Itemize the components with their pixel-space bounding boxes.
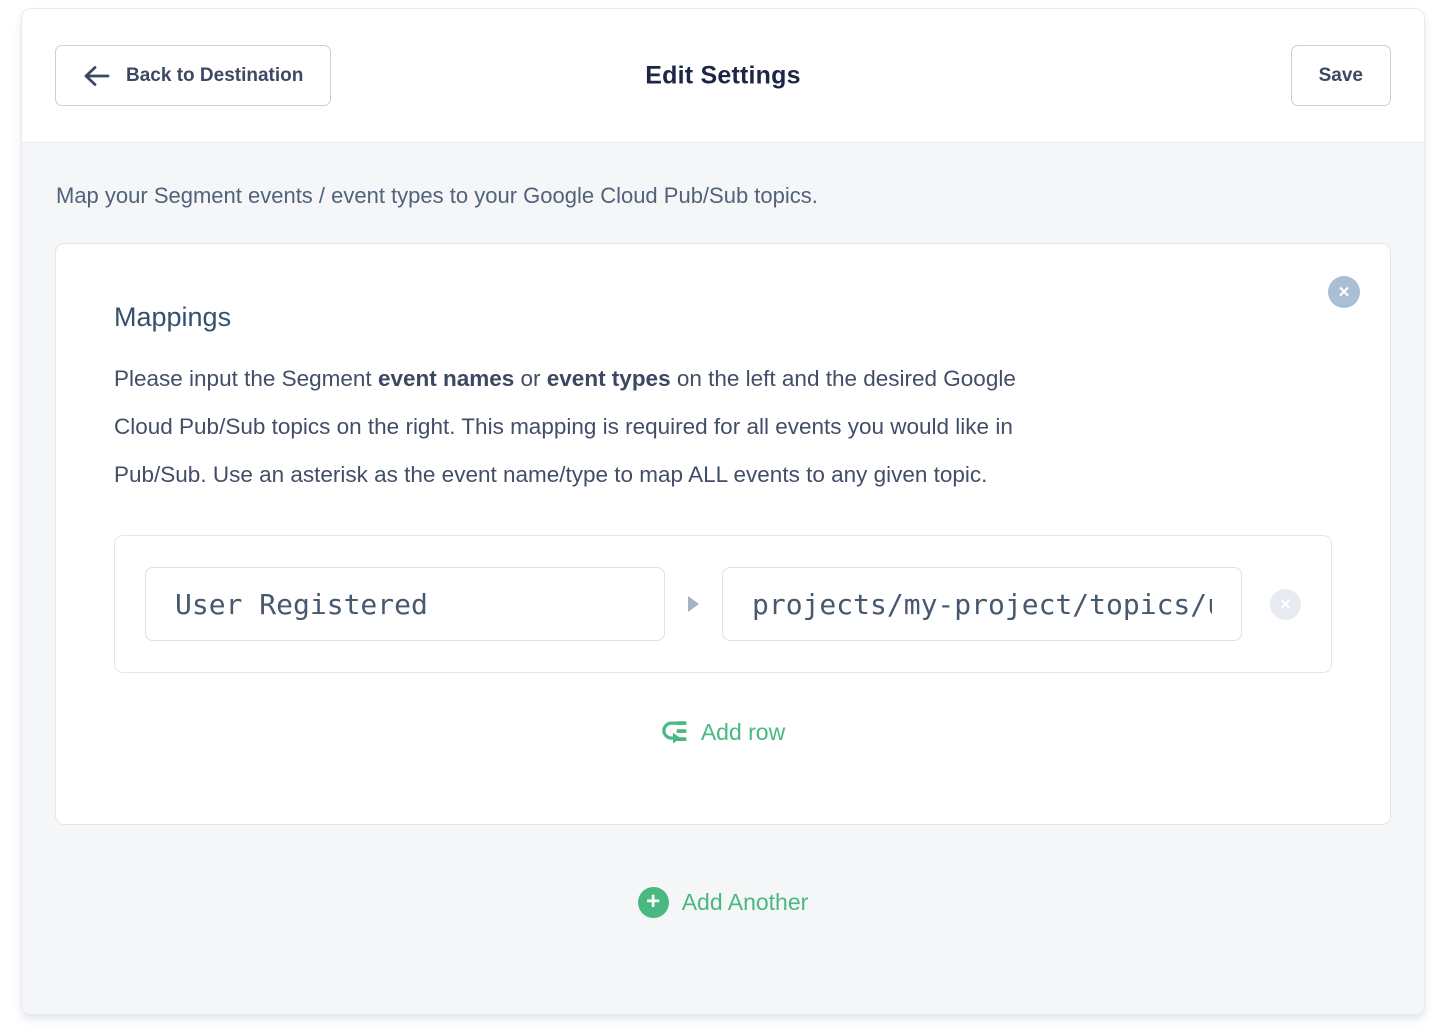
close-card-button[interactable]: ✕ — [1328, 276, 1360, 308]
description-line: Cloud Pub/Sub topics on the right. This … — [114, 403, 1332, 451]
intro-text: Map your Segment events / event types to… — [56, 183, 1391, 209]
close-icon: ✕ — [1280, 596, 1292, 613]
description-line: Please input the Segment event names or … — [114, 355, 1332, 403]
plus-icon: + — [638, 887, 669, 918]
header: Back to Destination Edit Settings Save — [22, 9, 1424, 143]
description-line: Pub/Sub. Use an asterisk as the event na… — [114, 451, 1332, 499]
add-row-button[interactable]: Add row — [661, 719, 785, 746]
delete-row-button[interactable]: ✕ — [1270, 589, 1301, 620]
mappings-title: Mappings — [114, 302, 1332, 333]
arrow-right-icon — [688, 596, 699, 612]
mappings-description: Please input the Segment event names or … — [114, 355, 1332, 499]
page-title: Edit Settings — [645, 61, 800, 90]
add-another-button[interactable]: + Add Another — [638, 887, 809, 918]
topic-input[interactable] — [722, 567, 1242, 641]
mapping-row: ✕ — [114, 535, 1332, 673]
add-another-label: Add Another — [682, 889, 809, 916]
settings-body: Map your Segment events / event types to… — [22, 143, 1424, 1014]
save-button[interactable]: Save — [1291, 45, 1391, 106]
arrow-left-icon — [83, 65, 110, 87]
add-row-label: Add row — [701, 719, 785, 746]
back-button-label: Back to Destination — [126, 65, 303, 87]
mappings-card: ✕ Mappings Please input the Segment even… — [55, 243, 1391, 825]
event-name-input[interactable] — [145, 567, 665, 641]
add-another-container: + Add Another — [55, 887, 1391, 918]
close-icon: ✕ — [1338, 283, 1351, 301]
settings-panel: Back to Destination Edit Settings Save M… — [21, 8, 1425, 1015]
add-row-icon — [661, 719, 688, 746]
back-button[interactable]: Back to Destination — [55, 45, 331, 106]
add-row-container: Add row — [114, 719, 1332, 751]
